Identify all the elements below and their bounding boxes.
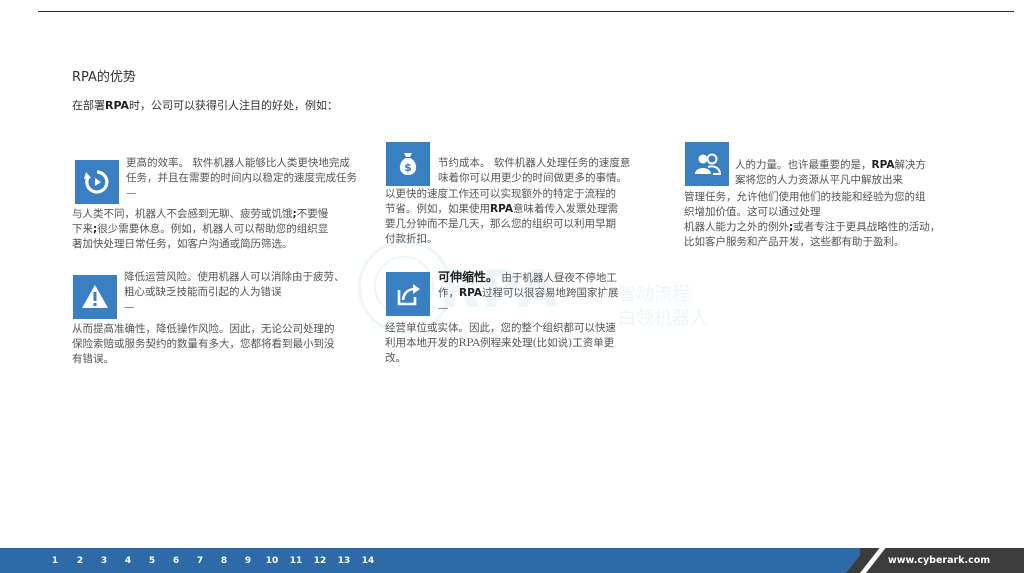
page-number-1[interactable]: 1 bbox=[42, 556, 68, 566]
efficiency-line-4c: 很少需要休息。例如，机器人可以帮助您的组织显 bbox=[97, 223, 329, 235]
page-number-8[interactable]: 8 bbox=[212, 556, 236, 566]
page-number-14[interactable]: 14 bbox=[356, 556, 380, 566]
risk-line-5: 有错误。 bbox=[72, 353, 114, 365]
page-number-13[interactable]: 13 bbox=[332, 556, 356, 566]
risk-dash: — bbox=[124, 301, 135, 313]
cost-line-4c: 意味着传入发票处理需 bbox=[512, 203, 618, 215]
people-line-3: 管理任务，允许他们使用他们的技能和经验为您的组 bbox=[684, 191, 926, 203]
page-number-7[interactable]: 7 bbox=[188, 556, 212, 566]
warning-icon bbox=[73, 275, 117, 319]
page-number-3[interactable]: 3 bbox=[92, 556, 116, 566]
people-line-6: 比如客户服务和产品开发，这些都有助于盈利。 bbox=[684, 236, 905, 248]
website-link[interactable]: www.cyberark.com bbox=[888, 555, 990, 566]
scalability-body: 经营单位或实体。因此，您的整个组织都可以快速 利用本地开发的RPA例程来处理(比… bbox=[385, 321, 616, 366]
people-line-5c: 或者专注于更具战略性的活动， bbox=[793, 221, 941, 233]
intro-pre: 在部署 bbox=[72, 99, 105, 112]
speed-refresh-glyph bbox=[84, 170, 109, 194]
risk-head: 降低运营风险。使用机器人可以消除由于疲劳、 粗心或缺乏技能而引起的人为错误 — bbox=[124, 270, 345, 315]
cost-line-4a: 节省。例如，如果使用 bbox=[385, 203, 490, 215]
cost-line-3: 以更快的速度工作还可以实现额外的特定于流程的 bbox=[385, 188, 616, 200]
scalability-line-5: 改。 bbox=[385, 352, 406, 364]
cost-line-4: 节省。例如，如果使用RPA意味着传入发票处理需 bbox=[385, 202, 618, 217]
risk-body: 从而提高准确性，降低操作风险。因此，无论公司处理的 保险索赔或服务契约的数量有多… bbox=[72, 322, 335, 367]
page-number-10[interactable]: 10 bbox=[260, 556, 284, 566]
efficiency-body: 与人类不同，机器人不会感到无聊、疲劳或饥饿;不要慢 下来;很少需要休息。例如，机… bbox=[72, 207, 328, 252]
efficiency-line-2: 任务，并且在需要的时间内以稳定的速度完成任务 bbox=[126, 172, 357, 184]
svg-text:$: $ bbox=[404, 161, 412, 174]
efficiency-head: 更高的效率。 软件机器人能够比人类更快地完成 任务，并且在需要的时间内以稳定的速… bbox=[126, 156, 357, 201]
scalability-line-2: 作，RPA过程可以很容易地跨国家扩展 bbox=[438, 286, 618, 301]
efficiency-dash: — bbox=[126, 187, 137, 199]
cost-line-2: 味着你可以用更少的时间做更多的事情。 bbox=[438, 172, 627, 184]
scalability-head: 可伸缩性。 由于机器人昼夜不停地工 作，RPA过程可以很容易地跨国家扩展 — bbox=[438, 270, 618, 316]
page-number-4[interactable]: 4 bbox=[116, 556, 140, 566]
efficiency-line-4: 下来;很少需要休息。例如，机器人可以帮助您的组织显 bbox=[72, 222, 328, 237]
warning-glyph bbox=[82, 285, 108, 308]
cost-line-1: 节约成本。 软件机器人处理任务的速度意 bbox=[438, 157, 631, 169]
money-bag-glyph: $ bbox=[399, 153, 417, 175]
intro-post: 时，公司可以获得引人注目的好处，例如： bbox=[129, 99, 339, 112]
scalability-dash: — bbox=[438, 302, 449, 314]
page-title: RPA的优势 bbox=[72, 70, 136, 85]
scalability-line-2c: 过程可以很容易地跨国家扩展 bbox=[481, 287, 619, 299]
page-navigation: 1 2 3 4 5 6 7 8 9 10 11 12 13 14 bbox=[42, 556, 380, 566]
people-line-4: 织增加价值。这可以通过处理 bbox=[684, 206, 821, 218]
watermark-line2: 白领机器人 bbox=[618, 308, 708, 329]
share-arrow-glyph bbox=[397, 284, 420, 306]
risk-line-4: 保险索赔或服务契约的数量有多大，您都将看到最小到没 bbox=[72, 338, 335, 350]
scalability-line-1b: 由于机器人昼夜不停地工 bbox=[498, 272, 617, 284]
people-line-2: 案将您的人力资源从平凡中解放出来 bbox=[735, 174, 903, 186]
people-head: 人的力量。也许最重要的是，RPA解决方 案将您的人力资源从平凡中解放出来 bbox=[735, 158, 926, 188]
efficiency-line-3c: 不要慢 bbox=[296, 208, 329, 220]
cost-line-6: 付款折扣。 bbox=[385, 233, 438, 245]
efficiency-line-3: 与人类不同，机器人不会感到无聊、疲劳或饥饿;不要慢 bbox=[72, 207, 328, 222]
people-line-1b: RPA bbox=[871, 159, 895, 171]
cost-head: 节约成本。 软件机器人处理任务的速度意 味着你可以用更少的时间做更多的事情。 bbox=[438, 156, 630, 186]
cost-body: 以更快的速度工作还可以实现额外的特定于流程的 节省。例如，如果使用RPA意味着传… bbox=[385, 187, 618, 247]
scalability-line-1: 可伸缩性。 由于机器人昼夜不停地工 bbox=[438, 270, 618, 286]
intro-text: 在部署RPA时，公司可以获得引人注目的好处，例如： bbox=[72, 97, 338, 113]
scalability-line-2b: RPA bbox=[459, 287, 482, 299]
efficiency-line-5: 著加快处理日常任务，如客户沟通或简历筛选。 bbox=[72, 238, 293, 250]
cost-line-4b: RPA bbox=[490, 203, 513, 215]
people-line-1c: 解决方 bbox=[894, 159, 926, 171]
risk-line-3: 从而提高准确性，降低操作风险。因此，无论公司处理的 bbox=[72, 323, 335, 335]
page-number-6[interactable]: 6 bbox=[164, 556, 188, 566]
money-bag-icon: $ bbox=[386, 142, 430, 186]
page-number-9[interactable]: 9 bbox=[236, 556, 260, 566]
page-number-5[interactable]: 5 bbox=[140, 556, 164, 566]
people-glyph bbox=[695, 153, 722, 175]
people-body: 管理任务，允许他们使用他们的技能和经验为您的组 织增加价值。这可以通过处理 机器… bbox=[684, 190, 940, 250]
speed-refresh-icon bbox=[75, 160, 119, 204]
scalability-line-3: 经营单位或实体。因此，您的整个组织都可以快速 bbox=[385, 322, 616, 334]
scalability-line-2a: 作， bbox=[438, 287, 459, 299]
top-divider bbox=[38, 11, 1014, 12]
scalability-line-1a: 可伸缩性。 bbox=[438, 270, 499, 284]
intro-bold: RPA bbox=[105, 99, 130, 112]
page-number-11[interactable]: 11 bbox=[284, 556, 308, 566]
people-line-5a: 机器人能力之外的例外 bbox=[684, 221, 789, 233]
share-arrow-icon bbox=[386, 272, 430, 316]
risk-line-2: 粗心或缺乏技能而引起的人为错误 bbox=[124, 286, 282, 298]
people-line-1a: 人的力量。也许最重要的是， bbox=[735, 159, 872, 171]
cost-line-5: 要几分钟而不是几天，那么您的组织可以利用早期 bbox=[385, 218, 616, 230]
watermark-line1: 智动流程 bbox=[618, 284, 690, 305]
efficiency-line-4a: 下来 bbox=[72, 223, 93, 235]
people-line-5: 机器人能力之外的例外;或者专注于更具战略性的活动， bbox=[684, 220, 940, 235]
efficiency-line-1: 更高的效率。 软件机器人能够比人类更快地完成 bbox=[126, 157, 350, 169]
efficiency-line-3a: 与人类不同，机器人不会感到无聊、疲劳或饥饿 bbox=[72, 208, 293, 220]
scalability-line-4: 利用本地开发的RPA例程来处理(比如说)工资单更 bbox=[385, 337, 615, 349]
page-number-12[interactable]: 12 bbox=[308, 556, 332, 566]
people-icon bbox=[685, 142, 729, 186]
people-line-1: 人的力量。也许最重要的是，RPA解决方 bbox=[735, 158, 926, 173]
risk-line-1: 降低运营风险。使用机器人可以消除由于疲劳、 bbox=[124, 271, 345, 283]
page-number-2[interactable]: 2 bbox=[68, 556, 92, 566]
